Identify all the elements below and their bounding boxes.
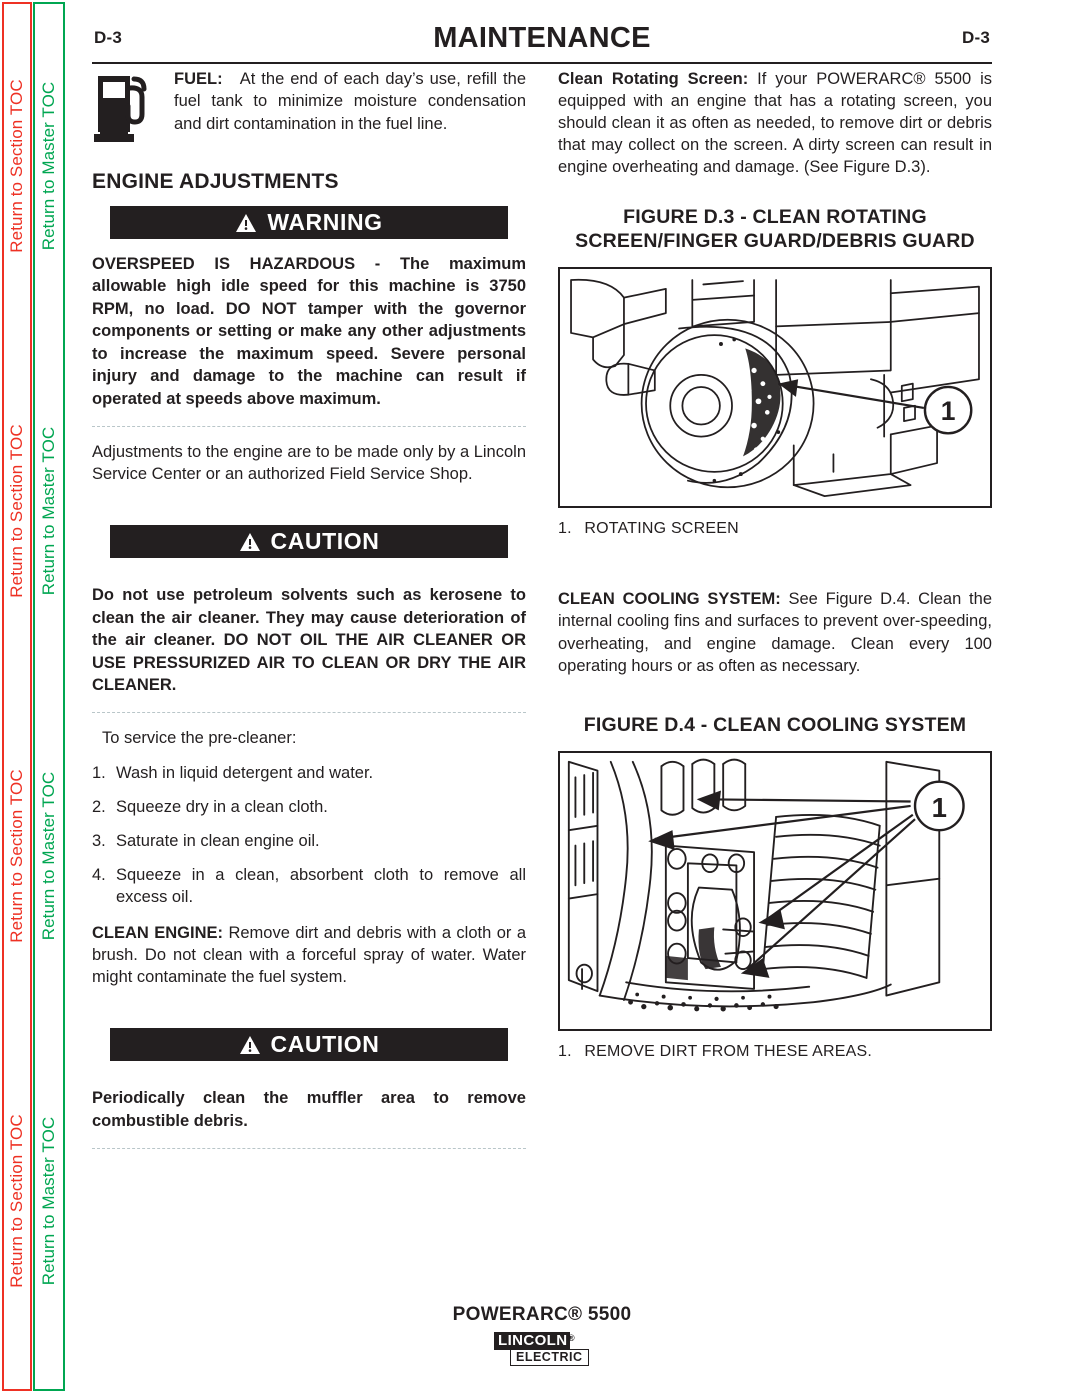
master-toc-label: Return to Master TOC xyxy=(39,426,58,596)
master-toc-label: Return to Master TOC xyxy=(39,81,58,251)
cooling-system-paragraph: CLEAN COOLING SYSTEM: See Figure D.4. Cl… xyxy=(558,588,992,676)
caution-label-1: CAUTION xyxy=(270,528,380,555)
logo-registered-mark: ® xyxy=(568,1333,575,1343)
fuel-body-text: At the end of each day’s use, refill the… xyxy=(174,70,526,133)
figure-d4-callout: 1 xyxy=(932,792,947,823)
fuel-pump-icon xyxy=(94,76,147,142)
manual-page: Return to Section TOC Return to Section … xyxy=(0,0,1080,1397)
fuel-block: FUEL: At the end of each day’s use, refi… xyxy=(92,68,526,154)
warning-text: OVERSPEED IS HAZARDOUS - The maximum all… xyxy=(92,255,526,408)
folio-right: D-3 xyxy=(962,28,990,47)
return-to-section-toc-tab[interactable]: Return to Section TOC Return to Section … xyxy=(2,2,32,1391)
section-toc-label: Return to Section TOC xyxy=(7,424,26,598)
footer-model-name: POWERARC® 5500 xyxy=(452,1304,632,1325)
divider xyxy=(92,1148,526,1150)
caption-number: 1. xyxy=(558,1042,572,1060)
header-rule xyxy=(92,62,992,64)
cooling-system-lead: CLEAN COOLING SYSTEM: xyxy=(558,590,781,609)
step-number: 1. xyxy=(92,763,106,782)
right-column: Clean Rotating Screen: If your POWERARC®… xyxy=(558,68,992,1077)
caption-text: REMOVE DIRT FROM THESE AREAS. xyxy=(584,1042,873,1060)
rotating-screen-diagram: 1 xyxy=(570,279,980,498)
adjustments-note: Adjustments to the engine are to be made… xyxy=(92,443,526,484)
fuel-paragraph: FUEL: At the end of each day’s use, refi… xyxy=(92,68,526,135)
step-number: 3. xyxy=(92,831,106,850)
page-footer: POWERARC® 5500 LINCOLN ® ELECTRIC xyxy=(92,1304,992,1371)
left-column: FUEL: At the end of each day’s use, refi… xyxy=(92,68,526,1163)
warning-triangle-icon xyxy=(239,532,260,551)
rotating-screen-paragraph: Clean Rotating Screen: If your POWERARC®… xyxy=(558,68,992,179)
caption-number: 1. xyxy=(558,520,572,538)
figure-d3-title: FIGURE D.3 - CLEAN ROTATING SCREEN/FINGE… xyxy=(575,205,975,252)
figure-d3-image: 1 xyxy=(558,267,992,509)
caution-banner-2: CAUTION xyxy=(110,1028,508,1062)
figure-d4-caption: 1. REMOVE DIRT FROM THESE AREAS. xyxy=(558,1043,992,1061)
master-toc-label: Return to Master TOC xyxy=(39,771,58,941)
section-toc-label: Return to Section TOC xyxy=(7,79,26,253)
caution-text-2: Periodically clean the muffler area to r… xyxy=(92,1089,526,1130)
divider xyxy=(92,712,526,714)
figure-d4-image: 1 xyxy=(558,751,992,1031)
list-item: 1. Wash in liquid detergent and water. xyxy=(92,762,526,784)
warning-label: WARNING xyxy=(267,209,383,235)
warning-triangle-icon xyxy=(236,213,257,232)
precleaner-intro: To service the pre-cleaner: xyxy=(102,729,297,748)
logo-electric-text: ELECTRIC xyxy=(510,1349,589,1366)
figure-d4-title: FIGURE D.4 - CLEAN COOLING SYSTEM xyxy=(583,713,967,736)
caption-text: ROTATING SCREEN xyxy=(584,520,739,538)
logo-lincoln-text: LINCOLN xyxy=(494,1332,571,1350)
page-header: D-3 MAINTENANCE D-3 xyxy=(92,22,992,64)
lincoln-electric-logo: LINCOLN ® ELECTRIC xyxy=(494,1332,590,1366)
page-title: MAINTENANCE xyxy=(433,22,651,54)
return-to-master-toc-tab[interactable]: Return to Master TOC Return to Master TO… xyxy=(33,2,65,1391)
warning-banner: WARNING xyxy=(110,206,508,239)
page-content: D-3 MAINTENANCE D-3 FUEL: At the end of … xyxy=(92,0,992,1397)
step-text: Squeeze in a clean, absorbent cloth to r… xyxy=(116,865,526,907)
cooling-system-diagram: 1 xyxy=(567,758,965,1012)
step-text: Squeeze dry in a clean cloth. xyxy=(116,797,328,816)
engine-adjustments-heading: ENGINE ADJUSTMENTS xyxy=(92,170,339,193)
rotating-screen-lead: Clean Rotating Screen: xyxy=(558,70,749,88)
step-number: 4. xyxy=(92,865,106,884)
caution-text-1: Do not use petroleum solvents such as ke… xyxy=(92,586,526,695)
clean-engine-lead: CLEAN ENGINE: xyxy=(92,924,224,943)
warning-triangle-icon xyxy=(239,1035,260,1054)
section-toc-label: Return to Section TOC xyxy=(7,1114,26,1288)
fuel-lead: FUEL: xyxy=(174,70,223,88)
clean-engine-paragraph: CLEAN ENGINE: Remove dirt and debris wit… xyxy=(92,922,526,988)
list-item: 3. Saturate in clean engine oil. xyxy=(92,830,526,852)
section-toc-label: Return to Section TOC xyxy=(7,769,26,943)
step-number: 2. xyxy=(92,797,106,816)
step-text: Wash in liquid detergent and water. xyxy=(116,763,374,782)
list-item: 2. Squeeze dry in a clean cloth. xyxy=(92,796,526,818)
precleaner-steps-list: 1. Wash in liquid detergent and water. 2… xyxy=(92,762,526,909)
step-text: Saturate in clean engine oil. xyxy=(116,831,320,850)
figure-d3-callout: 1 xyxy=(941,396,956,426)
list-item: 4. Squeeze in a clean, absorbent cloth t… xyxy=(92,864,526,908)
caution-label-2: CAUTION xyxy=(270,1031,380,1058)
caution-banner-1: CAUTION xyxy=(110,525,508,559)
figure-d3-caption: 1. ROTATING SCREEN xyxy=(558,520,992,538)
master-toc-label: Return to Master TOC xyxy=(39,1116,58,1286)
divider xyxy=(92,426,526,428)
